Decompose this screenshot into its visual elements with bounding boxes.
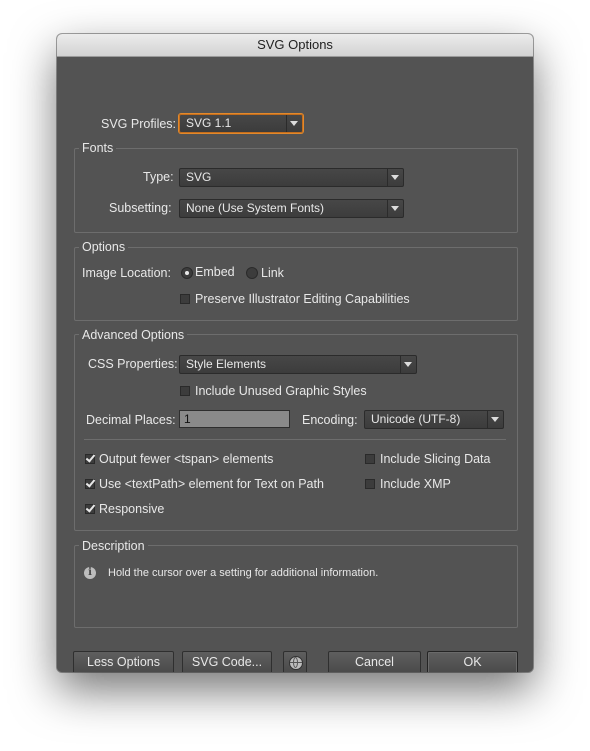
chevron-down-icon: [391, 206, 399, 211]
xmp-checkbox[interactable]: [365, 479, 375, 489]
options-legend: Options: [79, 240, 129, 254]
responsive-label[interactable]: Responsive: [99, 502, 164, 516]
responsive-checkbox[interactable]: [85, 504, 95, 514]
options-group: [74, 247, 518, 321]
fewer-tspan-label[interactable]: Output fewer <tspan> elements: [99, 452, 273, 466]
chevron-down-icon: [290, 121, 298, 126]
encoding-value: Unicode (UTF-8): [371, 412, 461, 426]
fonts-legend: Fonts: [79, 141, 117, 155]
preserve-editing-label[interactable]: Preserve Illustrator Editing Capabilitie…: [195, 292, 410, 306]
dialog-content: SVG Profiles: SVG 1.1 Fonts Type: SVG Su…: [57, 57, 533, 672]
svg-profiles-value: SVG 1.1: [186, 116, 232, 130]
dialog-title: SVG Options: [57, 34, 533, 57]
css-properties-select[interactable]: Style Elements: [179, 355, 417, 374]
decimal-places-input[interactable]: 1: [179, 410, 290, 428]
fonts-group: [74, 148, 518, 233]
web-preview-button[interactable]: [283, 651, 307, 672]
advanced-separator: [84, 439, 506, 440]
decimal-places-label: Decimal Places:: [86, 413, 176, 427]
encoding-select[interactable]: Unicode (UTF-8): [364, 410, 504, 429]
advanced-options-legend: Advanced Options: [79, 328, 188, 342]
font-type-select[interactable]: SVG: [179, 168, 404, 187]
slicing-data-checkbox[interactable]: [365, 454, 375, 464]
description-group: [74, 545, 518, 628]
embed-label[interactable]: Embed: [195, 265, 235, 279]
embed-radio[interactable]: [181, 267, 193, 279]
font-type-label: Type:: [143, 170, 174, 184]
subsetting-label: Subsetting:: [109, 201, 172, 215]
xmp-label[interactable]: Include XMP: [380, 477, 451, 491]
chevron-down-icon: [491, 417, 499, 422]
unused-styles-checkbox[interactable]: [180, 386, 190, 396]
subsetting-value: None (Use System Fonts): [186, 201, 325, 215]
unused-styles-label[interactable]: Include Unused Graphic Styles: [195, 384, 367, 398]
link-label[interactable]: Link: [261, 266, 284, 280]
svg-profiles-label: SVG Profiles:: [101, 117, 177, 131]
ok-button[interactable]: OK: [427, 651, 518, 672]
preserve-editing-checkbox[interactable]: [180, 294, 190, 304]
font-type-value: SVG: [186, 170, 212, 184]
svg-profiles-select[interactable]: SVG 1.1: [179, 114, 303, 133]
info-icon: i: [84, 567, 96, 579]
css-properties-label: CSS Properties:: [88, 357, 178, 371]
chevron-down-icon: [404, 362, 412, 367]
textpath-checkbox[interactable]: [85, 479, 95, 489]
encoding-label: Encoding:: [302, 413, 358, 427]
image-location-label: Image Location:: [82, 266, 171, 280]
less-options-button[interactable]: Less Options: [73, 651, 174, 672]
globe-icon: [289, 656, 303, 670]
subsetting-select[interactable]: None (Use System Fonts): [179, 199, 404, 218]
cancel-button[interactable]: Cancel: [328, 651, 421, 672]
description-legend: Description: [79, 539, 148, 553]
fewer-tspan-checkbox[interactable]: [85, 454, 95, 464]
link-radio[interactable]: [246, 267, 258, 279]
css-properties-value: Style Elements: [186, 357, 267, 371]
svg-code-button[interactable]: SVG Code...: [182, 651, 272, 672]
textpath-label[interactable]: Use <textPath> element for Text on Path: [99, 477, 324, 491]
chevron-down-icon: [391, 175, 399, 180]
svg-options-dialog: SVG Options SVG Profiles: SVG 1.1 Fonts …: [57, 34, 533, 672]
slicing-data-label[interactable]: Include Slicing Data: [380, 452, 490, 466]
description-text: Hold the cursor over a setting for addit…: [108, 567, 379, 579]
